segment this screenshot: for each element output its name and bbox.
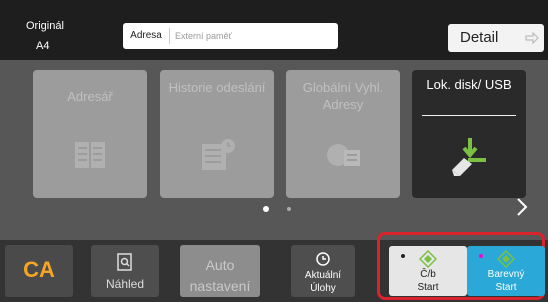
color-start-button[interactable]: Barevný Start [467,246,545,296]
start-diamond-icon [419,250,437,268]
address-label: Adresa [130,30,162,41]
address-divider [169,28,170,44]
auto-label-line1: Auto [205,257,235,273]
bw-indicator-dot [401,254,405,258]
send-history-icon [202,139,235,170]
jobs-history-icon [316,252,330,266]
bottom-bar: CA Náhled Auto nastavení Aktuální Úlohy [0,232,548,302]
tile-underline [422,115,516,116]
preview-button[interactable]: Náhled [91,245,159,297]
original-setting[interactable]: Originál A4 [16,10,106,52]
tile-label: Historie odeslání [168,80,266,95]
detail-button[interactable]: Detail [448,24,544,52]
detail-arrow-icon [525,31,539,45]
color-indicator-dot [479,254,483,258]
bw-start-line1: Č/b [420,269,436,280]
tile-label: Lok. disk/ USB [426,77,512,92]
page-dot-active [263,206,269,212]
original-size: A4 [36,40,50,52]
current-jobs-button[interactable]: Aktuální Úlohy [291,245,355,297]
original-label: Originál [26,20,64,32]
screen: Originál A4 Adresa Externí paměť Detail … [0,0,548,302]
jobs-label-line1: Aktuální [304,270,342,281]
tile-label: Adresář [67,89,113,104]
jobs-label-line2: Úlohy [310,283,336,294]
preview-icon [117,253,132,271]
address-book-icon [75,142,105,168]
start-diamond-icon [497,250,515,268]
ca-label: CA [23,257,55,282]
tile-global-address[interactable]: Globální Vyhl. Adresy [286,70,400,198]
address-value: Externí paměť [175,31,232,41]
bw-start-line2: Start [417,282,439,293]
tile-send-history[interactable]: Historie odeslání [160,70,274,198]
tile-address-book[interactable]: Adresář [33,70,147,198]
tile-label: Globální Vyhl. Adresy [302,80,384,112]
auto-label-line2: nastavení [189,278,251,294]
tile-local-disk-usb[interactable]: Lok. disk/ USB [412,70,526,198]
usb-download-icon [452,138,486,176]
auto-settings-button[interactable]: Auto nastavení [180,245,260,297]
chevron-right-icon[interactable] [512,195,532,219]
color-start-line1: Barevný [487,269,525,280]
preview-label: Náhled [105,277,145,291]
detail-label: Detail [460,29,499,46]
destination-panel: Adresář Historie odeslání Globální Vyhl.… [0,60,548,240]
global-address-icon [327,144,360,166]
ca-button[interactable]: CA [5,245,73,297]
bw-start-button[interactable]: Č/b Start [389,246,467,296]
color-start-line2: Start [495,282,517,293]
page-dot[interactable] [287,207,291,211]
address-field[interactable]: Adresa Externí paměť [123,23,338,49]
